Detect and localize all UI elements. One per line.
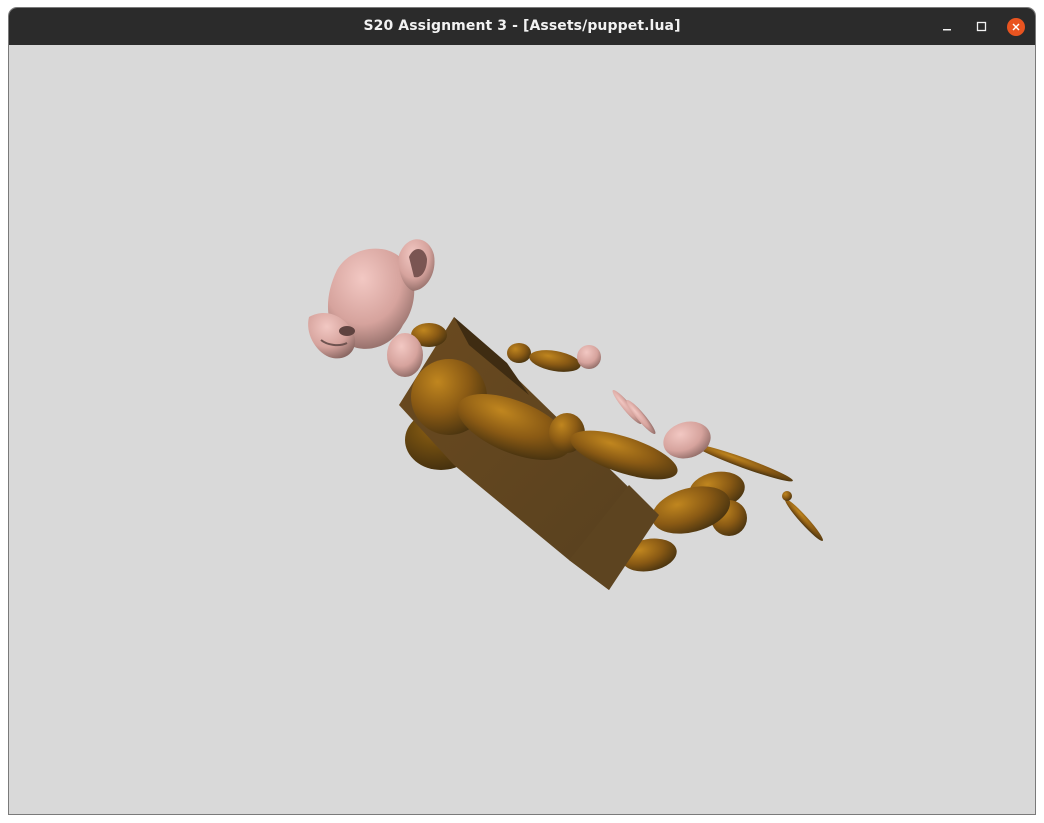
- arm-raised-joint: [507, 343, 531, 363]
- neck: [387, 333, 423, 377]
- close-button-circle: [1007, 18, 1025, 36]
- eye: [339, 326, 355, 336]
- render-viewport[interactable]: [9, 45, 1035, 814]
- puppet-model: [308, 239, 823, 590]
- minimize-icon: [943, 29, 951, 31]
- hand-raised: [577, 345, 601, 369]
- close-icon: [1012, 23, 1020, 31]
- application-window: S20 Assignment 3 - [Assets/puppet.lua]: [9, 8, 1035, 814]
- arm-raised: [529, 350, 581, 372]
- hand-thin: [785, 499, 823, 541]
- close-button[interactable]: [1006, 17, 1026, 37]
- title-bar[interactable]: S20 Assignment 3 - [Assets/puppet.lua]: [9, 8, 1035, 45]
- finger-2: [626, 399, 656, 435]
- window-title: S20 Assignment 3 - [Assets/puppet.lua]: [363, 18, 681, 34]
- wrist-joint: [782, 491, 792, 501]
- maximize-button[interactable]: [972, 17, 992, 37]
- maximize-icon: [976, 21, 987, 32]
- puppet-scene: [308, 239, 823, 590]
- hand: [663, 421, 711, 459]
- minimize-button[interactable]: [937, 17, 957, 37]
